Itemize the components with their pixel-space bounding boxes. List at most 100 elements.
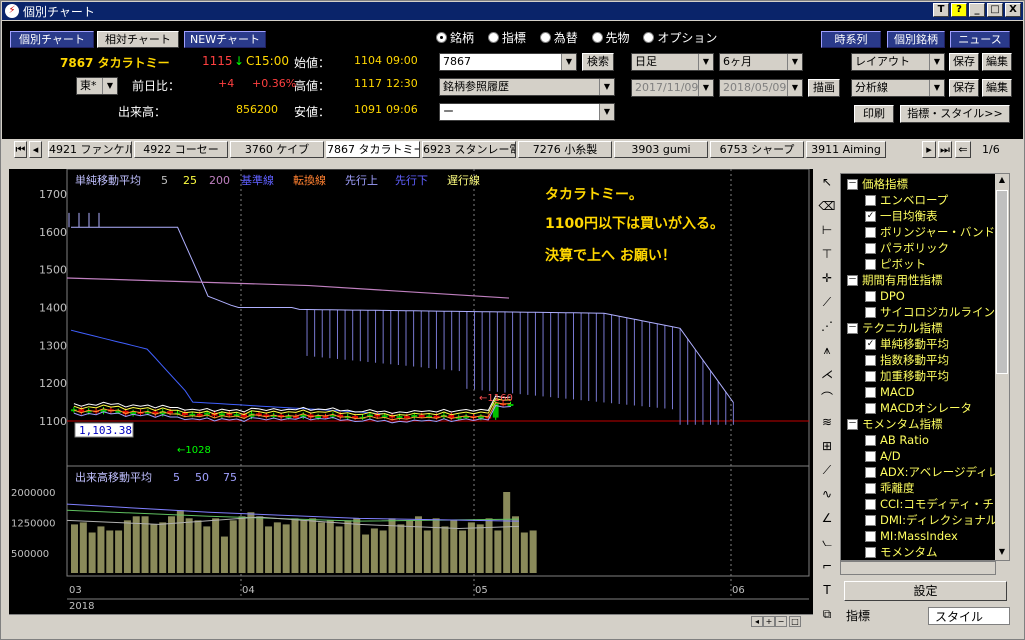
spiral-icon[interactable]: ⦦ [818,533,836,551]
vline-icon[interactable]: ⊤ [818,245,836,263]
arc-icon[interactable]: ⌒ [818,389,836,407]
tree-indicator-item[interactable]: ピボット [865,256,926,272]
trendline-icon[interactable]: ⟋ [818,293,836,311]
zoom-out-icon[interactable]: − [775,616,787,627]
radio-sakimono[interactable]: 先物 [591,29,630,46]
fit-icon[interactable]: □ [789,616,801,627]
tree-indicator-item[interactable]: ✓ 単純移動平均 [865,336,949,352]
tree-indicator-item[interactable]: パラボリック [865,240,949,256]
close-button[interactable]: X [1005,3,1021,17]
stock-tab-8[interactable]: 6753 シャープ [710,141,804,158]
tree-category[interactable]: －価格指標 [847,176,908,192]
layout-save-button[interactable]: 保存 [949,53,979,71]
print-button[interactable]: 印刷 [854,105,894,123]
radio-option[interactable]: オプション [643,29,717,46]
angle-icon[interactable]: ∠ [818,509,836,527]
range-select[interactable]: 6ヶ月 ▼ [719,53,803,71]
tab-next-button[interactable]: ▸ [922,141,936,158]
tree-indicator-item[interactable]: MACDオシレータ [865,400,972,416]
cursor-icon[interactable]: ↖ [818,173,836,191]
tree-indicator-item[interactable]: ボリンジャー・バンド [865,224,995,240]
tree-category[interactable]: －テクニカル指標 [847,320,943,336]
draw-button[interactable]: 描画 [808,79,840,97]
tree-indicator-item[interactable]: MACD [865,384,914,400]
tree-indicator-item[interactable]: DPO [865,288,905,304]
tab-first-button[interactable]: ⏮ [14,141,27,158]
tree-indicator-item[interactable]: 加重移動平均 [865,368,949,384]
minimize-button[interactable]: _ [969,3,985,17]
fan-icon[interactable]: ⋰ [818,317,836,335]
analysis-edit-button[interactable]: 編集 [982,79,1012,97]
price-chart[interactable]: 1700 1600 1500 1400 1300 1200 1100 2000000 12500… [9,168,813,614]
tree-indicator-item[interactable]: 指数移動平均 [865,352,949,368]
tab-style[interactable]: スタイル [928,607,1010,625]
tab-back-button[interactable]: ⇐ [955,141,971,158]
date-to[interactable]: 2018/05/09 ▼ [719,79,803,97]
tree-indicator-item[interactable]: AB Ratio [865,432,929,448]
wave-icon[interactable]: ∿ [818,485,836,503]
stock-tab-1[interactable]: 4921 ファンケル [48,141,132,158]
eraser-icon[interactable]: ⌫ [818,197,836,215]
indicator-style-button[interactable]: 指標・スタイル>> [900,105,1010,123]
tree-indicator-item[interactable]: CCI:コモディティ・チャ [865,496,1005,512]
radio-shihyou[interactable]: 指標 [487,29,526,46]
search-button[interactable]: 検索 [582,53,614,71]
tree-indicator-item[interactable]: エンベロープ [865,192,948,208]
zigzag-icon[interactable]: ⟋ [818,461,836,479]
tree-indicator-item[interactable]: ADX:アベレージディレ [865,464,999,480]
pitchfork-icon[interactable]: ⩚ [818,341,836,359]
radio-meigara[interactable]: 銘柄 [436,29,474,46]
tree-indicator-item[interactable]: ✓ 一目均衡表 [865,208,938,224]
text-icon[interactable]: T [818,581,836,599]
jikeiretsu-button[interactable]: 時系列 [821,31,881,48]
tree-scrollbar[interactable]: ▲ ▼ [995,174,1009,560]
history-select[interactable]: 銘柄参照履歴 ▼ [439,78,615,96]
stock-tab-9[interactable]: 3911 Aiming [806,141,886,158]
analysis-select[interactable]: 分析線 ▼ [851,79,945,97]
zoom-in-icon[interactable]: + [763,616,775,627]
stock-tab-3[interactable]: 3760 ケイブ [230,141,324,158]
period-select[interactable]: 日足 ▼ [631,53,714,71]
cross-icon[interactable]: ✛ [818,269,836,287]
tab-soutai-chart[interactable]: 相対チャート [97,31,179,48]
stock-tab-4[interactable]: 7867 タカラトミー [326,141,420,158]
layout-select[interactable]: レイアウト ▼ [851,53,945,71]
grid-icon[interactable]: ⊞ [818,437,836,455]
blank-select[interactable]: ー ▼ [439,103,615,121]
stock-tab-2[interactable]: 4922 コーセー [134,141,228,158]
tree-indicator-item[interactable]: A/D [865,448,901,464]
tree-indicator-item[interactable]: 乖離度 [865,480,915,496]
tree-category[interactable]: －モメンタム指標 [847,416,943,432]
help-button[interactable]: ? [951,3,967,17]
radio-kawase[interactable]: 為替 [539,29,578,46]
tree-hscrollbar[interactable] [840,561,996,575]
tree-indicator-item[interactable]: DMI:ディレクショナル [865,512,997,528]
tree-indicator-item[interactable]: MI:MassIndex [865,528,958,544]
fib-icon[interactable]: ⋌ [818,365,836,383]
chart-scrollbar[interactable]: ◂ + − □ [9,614,813,628]
tree-indicator-item[interactable]: サイコロジカルライン [865,304,995,320]
tab-indicator[interactable]: 指標 [840,607,920,625]
kobetsu-meigara-button[interactable]: 個別銘柄 [887,31,945,48]
stock-tab-7[interactable]: 3903 gumi [614,141,708,158]
layout-edit-button[interactable]: 編集 [982,53,1012,71]
cycle-icon[interactable]: ⧉ [818,605,836,623]
settings-button[interactable]: 設定 [844,581,1007,601]
stock-tab-6[interactable]: 7276 小糸製 [518,141,612,158]
date-from[interactable]: 2017/11/09 ▼ [631,79,714,97]
maximize-button[interactable]: □ [987,3,1003,17]
tab-prev-button[interactable]: ◂ [29,141,42,158]
step-icon[interactable]: ⌐ [818,557,836,575]
tree-indicator-item[interactable]: モメンタム [865,544,938,560]
code-input[interactable]: 7867 ▼ [439,53,577,71]
scroll-left-icon[interactable]: ◂ [751,616,763,627]
tab-last-button[interactable]: ⏭ [938,141,952,158]
hline-icon[interactable]: ⊢ [818,221,836,239]
news-button[interactable]: ニュース [950,31,1010,48]
font-button[interactable]: T [933,3,949,17]
stock-tab-5[interactable]: 6923 スタンレー電 [422,141,516,158]
tab-kobetsu-chart[interactable]: 個別チャート [10,31,94,48]
analysis-save-button[interactable]: 保存 [949,79,979,97]
tree-category[interactable]: －期間有用性指標 [847,272,943,288]
tab-new-chart[interactable]: NEWチャート [184,31,266,48]
